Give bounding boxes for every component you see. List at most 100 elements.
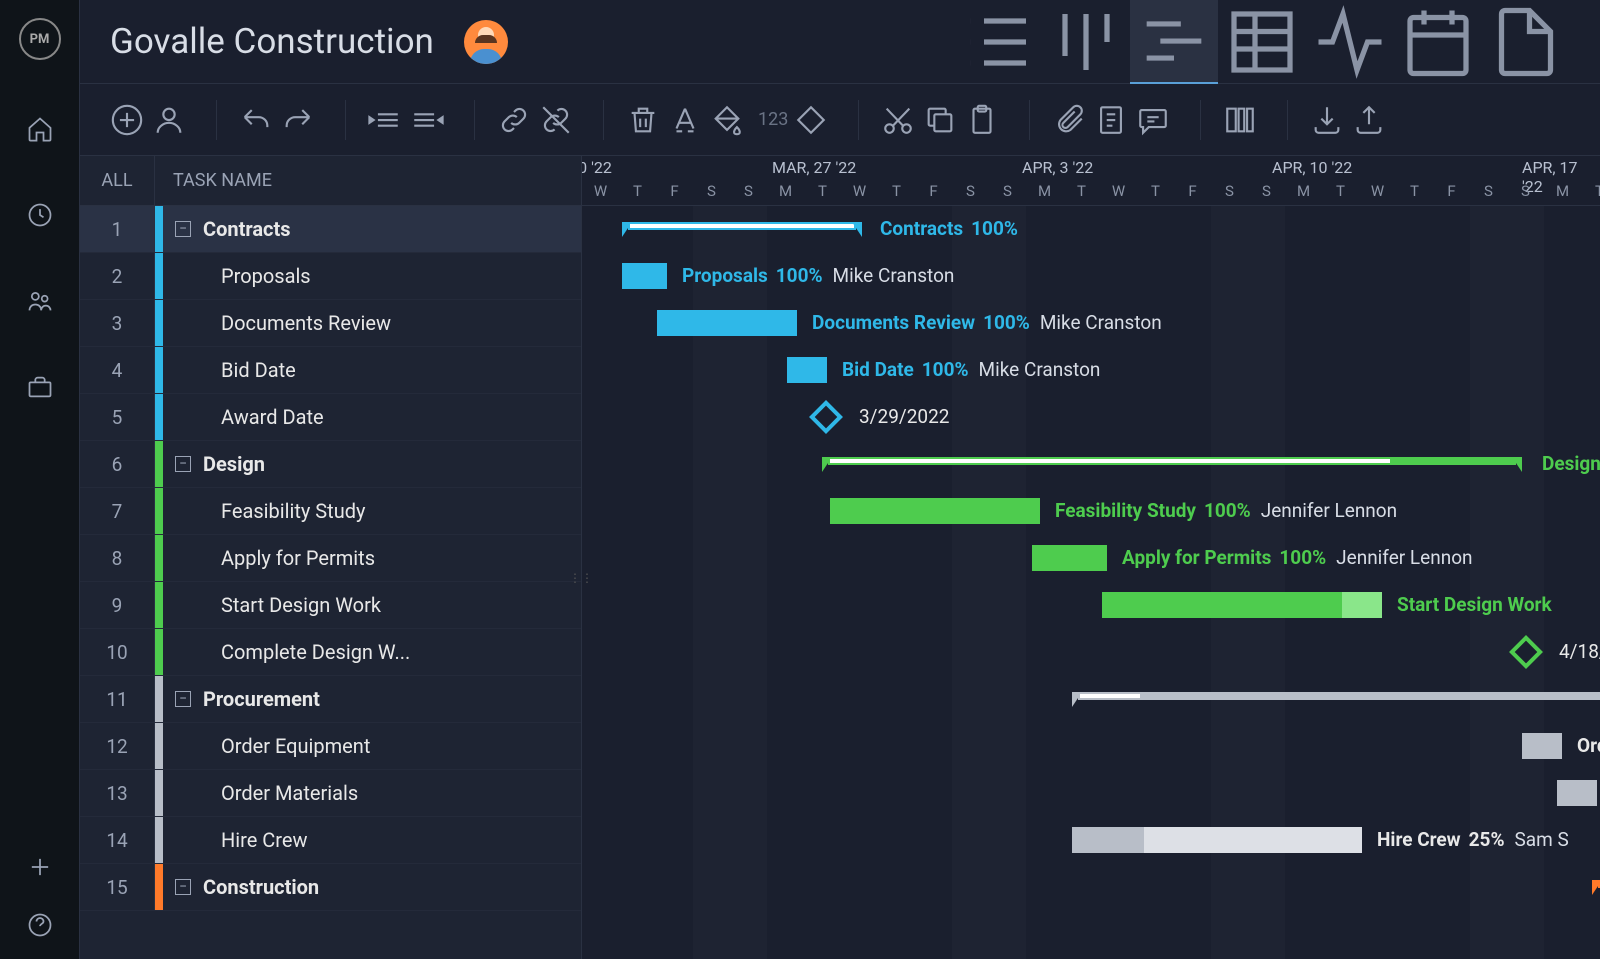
task-name-label: Contracts bbox=[203, 217, 291, 241]
day-label: M bbox=[1544, 182, 1581, 200]
text-style-icon[interactable] bbox=[668, 103, 702, 137]
task-row[interactable]: 3Documents Review bbox=[80, 300, 581, 347]
cut-icon[interactable] bbox=[881, 103, 915, 137]
phase-bar[interactable] bbox=[822, 457, 1522, 472]
week-label: APR, 10 '22 bbox=[1272, 158, 1352, 177]
link-icon[interactable] bbox=[497, 103, 531, 137]
add-task-icon[interactable] bbox=[110, 103, 144, 137]
collapse-toggle[interactable]: − bbox=[175, 456, 191, 472]
color-indicator bbox=[155, 817, 163, 863]
task-row[interactable]: 15−Construction bbox=[80, 864, 581, 911]
gantt-row[interactable] bbox=[582, 629, 1600, 676]
task-row[interactable]: 6−Design bbox=[80, 441, 581, 488]
export-icon[interactable] bbox=[1352, 103, 1386, 137]
color-indicator bbox=[155, 723, 163, 769]
day-label: S bbox=[730, 182, 767, 200]
row-number: 15 bbox=[80, 864, 155, 910]
assign-user-icon[interactable] bbox=[152, 103, 186, 137]
import-icon[interactable] bbox=[1310, 103, 1344, 137]
task-row[interactable]: 4Bid Date bbox=[80, 347, 581, 394]
task-row[interactable]: 7Feasibility Study bbox=[80, 488, 581, 535]
task-row[interactable]: 9Start Design Work bbox=[80, 582, 581, 629]
paste-icon[interactable] bbox=[965, 103, 999, 137]
people-icon[interactable] bbox=[26, 287, 54, 315]
task-bar[interactable] bbox=[622, 263, 667, 289]
task-row[interactable]: 14Hire Crew bbox=[80, 817, 581, 864]
view-tab-file[interactable] bbox=[1482, 0, 1570, 84]
outdent-icon[interactable] bbox=[368, 103, 402, 137]
app-logo[interactable]: PM bbox=[19, 18, 61, 60]
indent-icon[interactable] bbox=[410, 103, 444, 137]
day-label: S bbox=[989, 182, 1026, 200]
gantt-timeline-header: , 20 '22MAR, 27 '22APR, 3 '22APR, 10 '22… bbox=[582, 156, 1600, 206]
phase-bar[interactable] bbox=[1072, 692, 1600, 707]
view-tab-board[interactable] bbox=[1042, 0, 1130, 84]
user-avatar[interactable] bbox=[464, 20, 508, 64]
task-row[interactable]: 2Proposals bbox=[80, 253, 581, 300]
task-row[interactable]: 1−Contracts bbox=[80, 206, 581, 253]
task-bar[interactable] bbox=[830, 498, 1040, 524]
view-tab-calendar[interactable] bbox=[1394, 0, 1482, 84]
task-row[interactable]: 8Apply for Permits bbox=[80, 535, 581, 582]
day-label: W bbox=[1100, 182, 1137, 200]
columns-icon[interactable] bbox=[1223, 103, 1257, 137]
day-label: F bbox=[915, 182, 952, 200]
task-bar[interactable] bbox=[1072, 827, 1362, 853]
view-tab-activity[interactable] bbox=[1306, 0, 1394, 84]
row-number: 11 bbox=[80, 676, 155, 722]
home-icon[interactable] bbox=[26, 115, 54, 143]
color-indicator bbox=[155, 676, 163, 722]
panel-resize-handle[interactable]: ⋮⋮ bbox=[576, 558, 586, 598]
phase-bar[interactable] bbox=[1592, 880, 1600, 895]
gantt-row[interactable] bbox=[582, 864, 1600, 911]
milestone-icon[interactable] bbox=[794, 103, 828, 137]
clock-icon[interactable] bbox=[26, 201, 54, 229]
briefcase-icon[interactable] bbox=[26, 373, 54, 401]
project-header: Govalle Construction bbox=[80, 0, 1600, 84]
attachment-icon[interactable] bbox=[1052, 103, 1086, 137]
task-name-label: Apply for Permits bbox=[163, 546, 375, 570]
fill-color-icon[interactable] bbox=[710, 103, 744, 137]
notes-icon[interactable] bbox=[1094, 103, 1128, 137]
task-bar[interactable] bbox=[1102, 592, 1382, 618]
day-label: F bbox=[1174, 182, 1211, 200]
copy-icon[interactable] bbox=[923, 103, 957, 137]
view-tab-list[interactable] bbox=[954, 0, 1042, 84]
task-bar[interactable] bbox=[1032, 545, 1107, 571]
view-tab-sheet[interactable] bbox=[1218, 0, 1306, 84]
gantt-row[interactable] bbox=[582, 394, 1600, 441]
collapse-toggle[interactable]: − bbox=[175, 221, 191, 237]
week-label: , 20 '22 bbox=[582, 158, 612, 177]
view-tab-gantt[interactable] bbox=[1130, 0, 1218, 84]
column-header-taskname[interactable]: TASK NAME bbox=[155, 170, 272, 191]
task-bar[interactable] bbox=[1557, 780, 1597, 806]
undo-icon[interactable] bbox=[239, 103, 273, 137]
task-bar[interactable] bbox=[787, 357, 827, 383]
help-icon[interactable] bbox=[26, 911, 54, 939]
task-row[interactable]: 11−Procurement bbox=[80, 676, 581, 723]
task-row[interactable]: 13Order Materials bbox=[80, 770, 581, 817]
collapse-toggle[interactable]: − bbox=[175, 879, 191, 895]
task-bar[interactable] bbox=[1522, 733, 1562, 759]
add-icon[interactable] bbox=[26, 853, 54, 881]
task-bar[interactable] bbox=[657, 310, 797, 336]
column-header-all[interactable]: ALL bbox=[80, 156, 155, 205]
delete-icon[interactable] bbox=[626, 103, 660, 137]
unlink-icon[interactable] bbox=[539, 103, 573, 137]
phase-bar[interactable] bbox=[622, 222, 862, 237]
day-label: W bbox=[841, 182, 878, 200]
comment-icon[interactable] bbox=[1136, 103, 1170, 137]
day-label: S bbox=[1470, 182, 1507, 200]
gantt-row[interactable] bbox=[582, 723, 1600, 770]
redo-icon[interactable] bbox=[281, 103, 315, 137]
color-indicator bbox=[155, 582, 163, 628]
task-row[interactable]: 12Order Equipment bbox=[80, 723, 581, 770]
day-label: F bbox=[1433, 182, 1470, 200]
task-row[interactable]: 5Award Date bbox=[80, 394, 581, 441]
collapse-toggle[interactable]: − bbox=[175, 691, 191, 707]
gantt-chart[interactable]: , 20 '22MAR, 27 '22APR, 3 '22APR, 10 '22… bbox=[582, 156, 1600, 959]
gantt-row[interactable] bbox=[582, 770, 1600, 817]
color-indicator bbox=[155, 441, 163, 487]
task-row[interactable]: 10Complete Design W... bbox=[80, 629, 581, 676]
row-number: 14 bbox=[80, 817, 155, 863]
